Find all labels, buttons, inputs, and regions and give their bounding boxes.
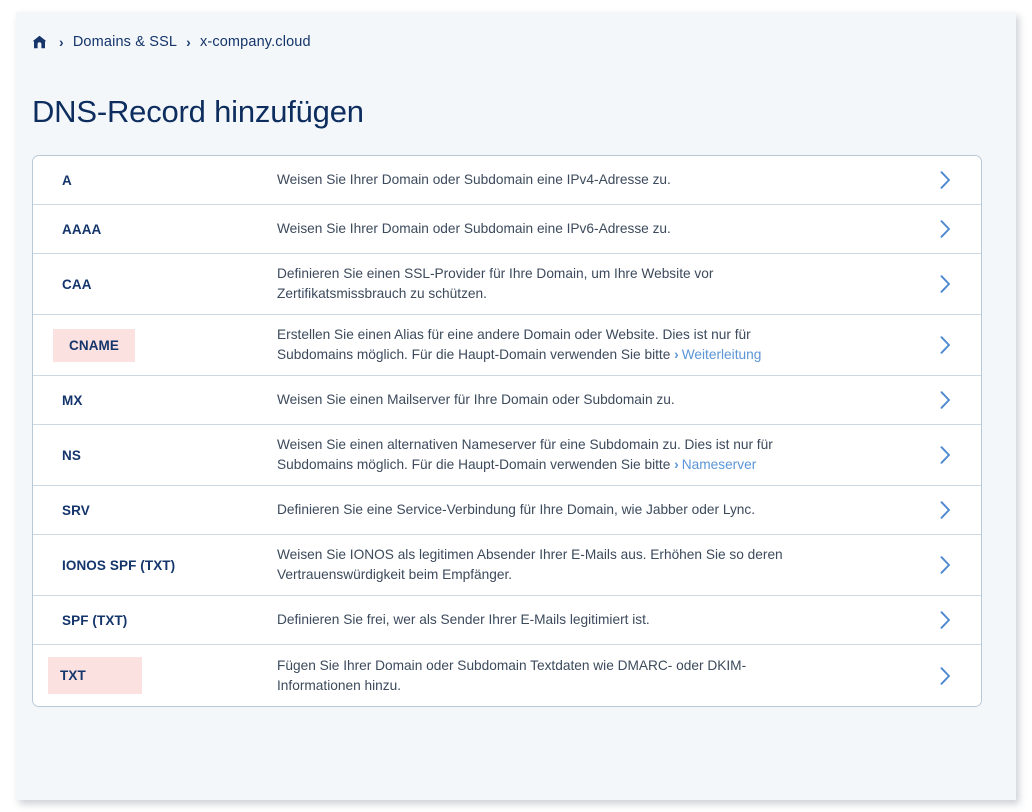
description-text: Weisen Sie einen Mailserver für Ihre Dom… (277, 392, 675, 407)
home-icon[interactable] (32, 35, 47, 49)
chevron-right-icon: › (674, 457, 679, 472)
description-text: Fügen Sie Ihrer Domain oder Subdomain Te… (277, 657, 747, 693)
record-type-description: Weisen Sie Ihrer Domain oder Subdomain e… (277, 170, 897, 190)
description-text: Weisen Sie Ihrer Domain oder Subdomain e… (277, 172, 671, 187)
chevron-right-icon[interactable] (937, 171, 953, 189)
chevron-right-icon[interactable] (937, 220, 953, 238)
description-text: Definieren Sie frei, wer als Sender Ihre… (277, 612, 650, 627)
record-type-label: SRV (62, 502, 90, 518)
record-type-row[interactable]: A Weisen Sie Ihrer Domain oder Subdomain … (33, 156, 981, 205)
record-type-highlight: TXT (48, 657, 142, 694)
page-title: DNS-Record hinzufügen (32, 93, 364, 129)
record-type-description: Weisen Sie IONOS als legitimen Absender … (277, 545, 897, 585)
chevron-right-icon[interactable] (937, 336, 953, 354)
inline-link-label: Weiterleitung (681, 347, 762, 362)
record-type-description: Fügen Sie Ihrer Domain oder Subdomain Te… (277, 656, 897, 696)
record-type-row[interactable]: SRV Definieren Sie eine Service-Verbindun… (33, 486, 981, 535)
record-type-label: CAA (62, 276, 92, 292)
record-type-row[interactable]: CAA Definieren Sie einen SSL-Provider für… (33, 254, 981, 315)
chevron-right-icon[interactable] (937, 391, 953, 409)
record-type-row[interactable]: CNAME Erstellen Sie einen Alias für eine … (33, 315, 981, 376)
record-type-highlight: CNAME (53, 328, 135, 362)
description-inline-link[interactable]: › Nameserver (674, 457, 756, 472)
description-inline-link[interactable]: › Weiterleitung (674, 347, 761, 362)
record-type-label: SPF (TXT) (62, 612, 128, 628)
dns-record-type-list: A Weisen Sie Ihrer Domain oder Subdomain … (32, 155, 982, 707)
breadcrumb: › Domains & SSL › x-company.cloud (32, 32, 311, 52)
record-type-label: CNAME (33, 328, 277, 362)
breadcrumb-separator-1: › (59, 34, 64, 50)
record-type-description: Erstellen Sie einen Alias für eine ander… (277, 325, 897, 365)
record-type-label: MX (62, 392, 83, 408)
record-type-row[interactable]: NS Weisen Sie einen alternativen Nameserv… (33, 425, 981, 486)
record-type-label: NS (62, 447, 81, 463)
record-type-row[interactable]: MX Weisen Sie einen Mailserver für Ihre D… (33, 376, 981, 425)
record-type-description: Weisen Sie Ihrer Domain oder Subdomain e… (277, 219, 897, 239)
record-type-description: Weisen Sie einen Mailserver für Ihre Dom… (277, 390, 897, 410)
inline-link-label: Nameserver (681, 457, 757, 472)
record-type-description: Definieren Sie eine Service-Verbindung f… (277, 500, 897, 520)
record-type-description: Weisen Sie einen alternativen Nameserver… (277, 435, 897, 475)
description-text: Definieren Sie eine Service-Verbindung f… (277, 502, 756, 517)
chevron-right-icon[interactable] (937, 446, 953, 464)
record-type-label: TXT (33, 657, 277, 694)
breadcrumb-item-domain[interactable]: x-company.cloud (200, 34, 311, 50)
page-shell: › Domains & SSL › x-company.cloud DNS-Re… (16, 12, 1016, 800)
record-type-label: AAAA (62, 221, 102, 237)
chevron-right-icon[interactable] (937, 611, 953, 629)
chevron-right-icon: › (674, 347, 679, 362)
record-type-description: Definieren Sie einen SSL-Provider für Ih… (277, 264, 897, 304)
breadcrumb-item-domains-ssl[interactable]: Domains & SSL (73, 34, 177, 50)
breadcrumb-separator-2: › (186, 34, 191, 50)
record-type-row[interactable]: IONOS SPF (TXT) Weisen Sie IONOS als legi… (33, 535, 981, 596)
chevron-right-icon[interactable] (937, 275, 953, 293)
chevron-right-icon[interactable] (937, 666, 953, 685)
record-type-row[interactable]: SPF (TXT) Definieren Sie frei, wer als Se… (33, 596, 981, 645)
description-text: Weisen Sie IONOS als legitimen Absender … (277, 547, 783, 582)
record-type-row[interactable]: TXT Fügen Sie Ihrer Domain oder Subdomain… (33, 645, 981, 706)
record-type-label: IONOS SPF (TXT) (62, 557, 176, 573)
record-type-description: Definieren Sie frei, wer als Sender Ihre… (277, 610, 897, 630)
chevron-right-icon[interactable] (937, 501, 953, 519)
record-type-row[interactable]: AAAA Weisen Sie Ihrer Domain oder Subdoma… (33, 205, 981, 254)
chevron-right-icon[interactable] (937, 556, 953, 574)
description-text: Definieren Sie einen SSL-Provider für Ih… (277, 266, 714, 301)
description-text: Weisen Sie Ihrer Domain oder Subdomain e… (277, 221, 671, 236)
record-type-label: A (62, 172, 72, 188)
